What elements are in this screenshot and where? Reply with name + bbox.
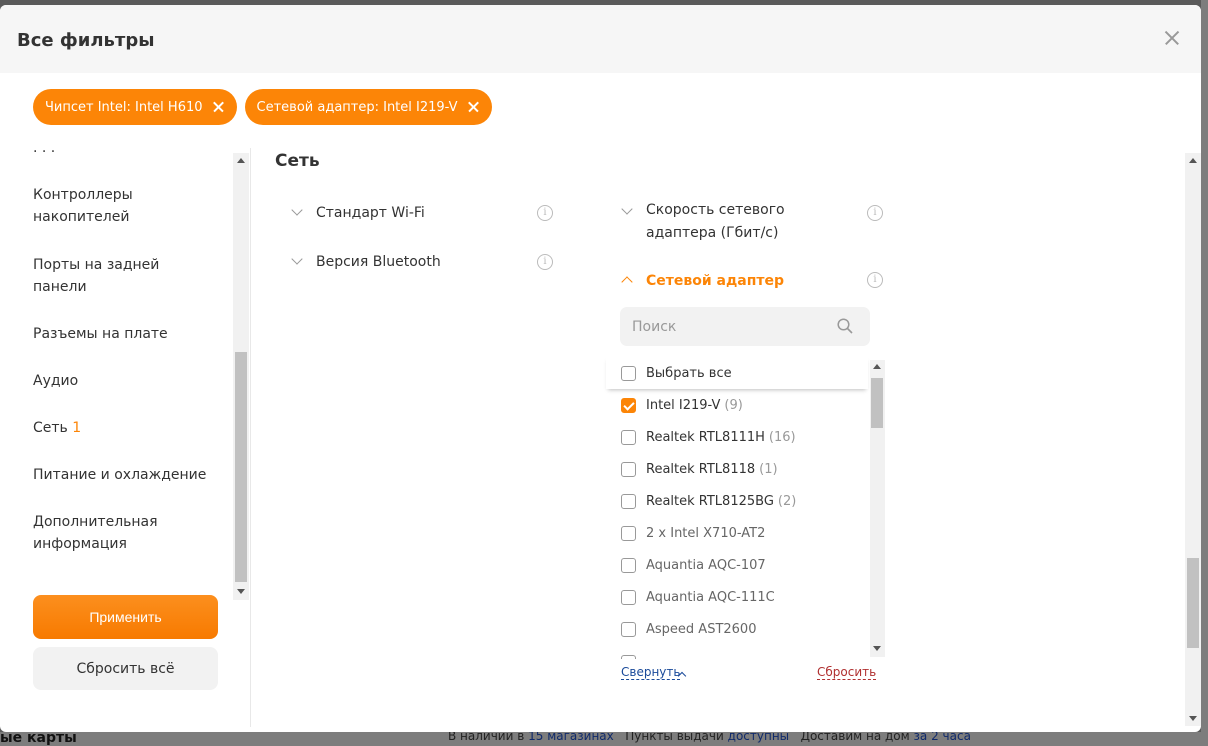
column-divider — [250, 148, 251, 727]
background-page-edge — [1201, 0, 1208, 746]
sidebar-item-storage-controllers[interactable]: Контроллеры накопителей — [33, 184, 173, 228]
filter-adapter-speed[interactable]: Скорость сетевого адаптера (Гбит/с) — [646, 199, 856, 245]
info-icon[interactable]: i — [867, 205, 883, 221]
scroll-up-arrow-icon[interactable] — [1189, 158, 1197, 163]
scroll-down-arrow-icon[interactable] — [1189, 716, 1197, 721]
option-count: (16) — [768, 430, 796, 445]
adapter-option-row[interactable]: Aquantia AQC-107 — [621, 558, 766, 573]
adapter-option-row[interactable]: Aspeed AST2600 — [621, 622, 756, 637]
scroll-up-arrow-icon[interactable] — [237, 158, 245, 163]
close-icon[interactable] — [1161, 27, 1183, 49]
filter-wifi-standard[interactable]: Стандарт Wi-Fi — [316, 202, 425, 225]
option-count: (1) — [759, 462, 778, 477]
option-label: Aquantia AQC-107 — [646, 558, 766, 573]
sidebar-item-power-cooling[interactable]: Питание и охлаждение — [33, 464, 206, 486]
option-label: Aspeed AST2600 — [646, 622, 757, 637]
chip-label: Сетевой адаптер: Intel I219-V — [256, 99, 458, 115]
sidebar-scrollbar-thumb[interactable] — [235, 352, 247, 582]
option-label: Realtek RTL8125BG — [646, 494, 774, 509]
remove-chip-icon[interactable] — [466, 100, 480, 114]
section-title: Сеть — [275, 151, 320, 171]
option-label: Realtek RTL8118 — [646, 462, 756, 477]
checkbox[interactable] — [621, 590, 636, 605]
checkbox[interactable] — [621, 622, 636, 637]
sidebar-item-rear-ports[interactable]: Порты на задней панели — [33, 254, 163, 298]
checkbox[interactable] — [621, 398, 636, 413]
reset-all-button[interactable]: Сбросить всё — [33, 647, 218, 690]
option-label: Realtek RTL8111H — [646, 430, 765, 445]
remove-chip-icon[interactable] — [211, 100, 225, 114]
reset-filter-link[interactable]: Сбросить — [817, 665, 877, 680]
sidebar-item-board-connectors[interactable]: Разъемы на плате — [33, 323, 168, 345]
filter-network-adapter[interactable]: Сетевой адаптер — [646, 270, 784, 293]
checkbox[interactable] — [621, 494, 636, 509]
sidebar-item-count: 1 — [72, 420, 82, 436]
select-all-label: Выбрать все — [646, 366, 732, 381]
chip-label: Чипсет Intel: Intel H610 — [45, 99, 203, 115]
filter-category-sidebar: · · · Контроллеры накопителей Порты на з… — [0, 148, 233, 593]
adapter-option-row[interactable]: 2 x Intel X710-AT2 — [621, 526, 765, 541]
option-label: Aquantia AQC-111C — [646, 590, 775, 605]
info-icon[interactable]: i — [537, 205, 553, 221]
modal-header: Все фильтры — [0, 5, 1201, 73]
scroll-down-arrow-icon[interactable] — [873, 646, 881, 651]
sidebar-item-network[interactable]: Сеть 1 — [33, 417, 81, 439]
checkbox[interactable] — [621, 655, 636, 659]
sidebar-item-audio[interactable]: Аудио — [33, 370, 78, 392]
adapter-option-row[interactable]: Realtek RTL8111H (16) — [621, 430, 796, 445]
checkbox[interactable] — [621, 462, 636, 477]
active-filter-chips: Чипсет Intel: Intel H610 Сетевой адаптер… — [33, 89, 492, 125]
chip-chipset-filter[interactable]: Чипсет Intel: Intel H610 — [33, 89, 237, 125]
checkbox[interactable] — [621, 430, 636, 445]
option-label: 2 x Intel X710-AT2 — [646, 526, 766, 541]
sidebar-partial-item: · · · — [33, 148, 56, 160]
option-label: Intel I219-V — [646, 398, 721, 413]
info-icon[interactable]: i — [537, 254, 553, 270]
adapter-option-row[interactable]: Realtek RTL8118 (1) — [621, 462, 778, 477]
collapse-link[interactable]: Свернуть — [621, 665, 681, 680]
info-icon[interactable]: i — [867, 272, 883, 288]
sidebar-item-label: Сеть — [33, 420, 68, 436]
checkbox[interactable] — [621, 526, 636, 541]
apply-button[interactable]: Применить — [33, 595, 218, 639]
adapter-search-box — [620, 307, 870, 346]
filter-bluetooth-version[interactable]: Версия Bluetooth — [316, 251, 441, 274]
scroll-down-arrow-icon[interactable] — [237, 589, 245, 594]
adapter-search-input[interactable] — [620, 307, 830, 346]
option-count: (2) — [777, 494, 797, 509]
modal-title: Все фильтры — [17, 30, 155, 51]
select-all-checkbox[interactable]: Выбрать все — [621, 366, 732, 381]
chip-network-adapter-filter[interactable]: Сетевой адаптер: Intel I219-V — [244, 89, 492, 125]
scroll-up-arrow-icon[interactable] — [873, 364, 881, 369]
option-count: (9) — [724, 398, 743, 413]
adapter-option-row[interactable]: Aquantia AQC-111C — [621, 590, 775, 605]
checkbox[interactable] — [621, 366, 636, 381]
checkbox[interactable] — [621, 558, 636, 573]
options-scrollbar-thumb[interactable] — [871, 378, 883, 428]
adapter-option-row[interactable]: Intel I219-V (9) — [621, 398, 743, 413]
background-category-text: ые карты — [0, 732, 77, 746]
modal-scrollbar-thumb[interactable] — [1187, 558, 1199, 648]
search-icon[interactable] — [837, 318, 853, 334]
adapter-option-row[interactable]: Realtek RTL8125BG (2) — [621, 494, 796, 509]
background-page-bottom: ые карты В наличии в 15 магазинах Пункты… — [0, 732, 1208, 746]
sidebar-item-additional-info[interactable]: Дополнительная информация — [33, 511, 173, 555]
background-availability-text: В наличии в 15 магазинах Пункты выдачи д… — [448, 732, 971, 743]
